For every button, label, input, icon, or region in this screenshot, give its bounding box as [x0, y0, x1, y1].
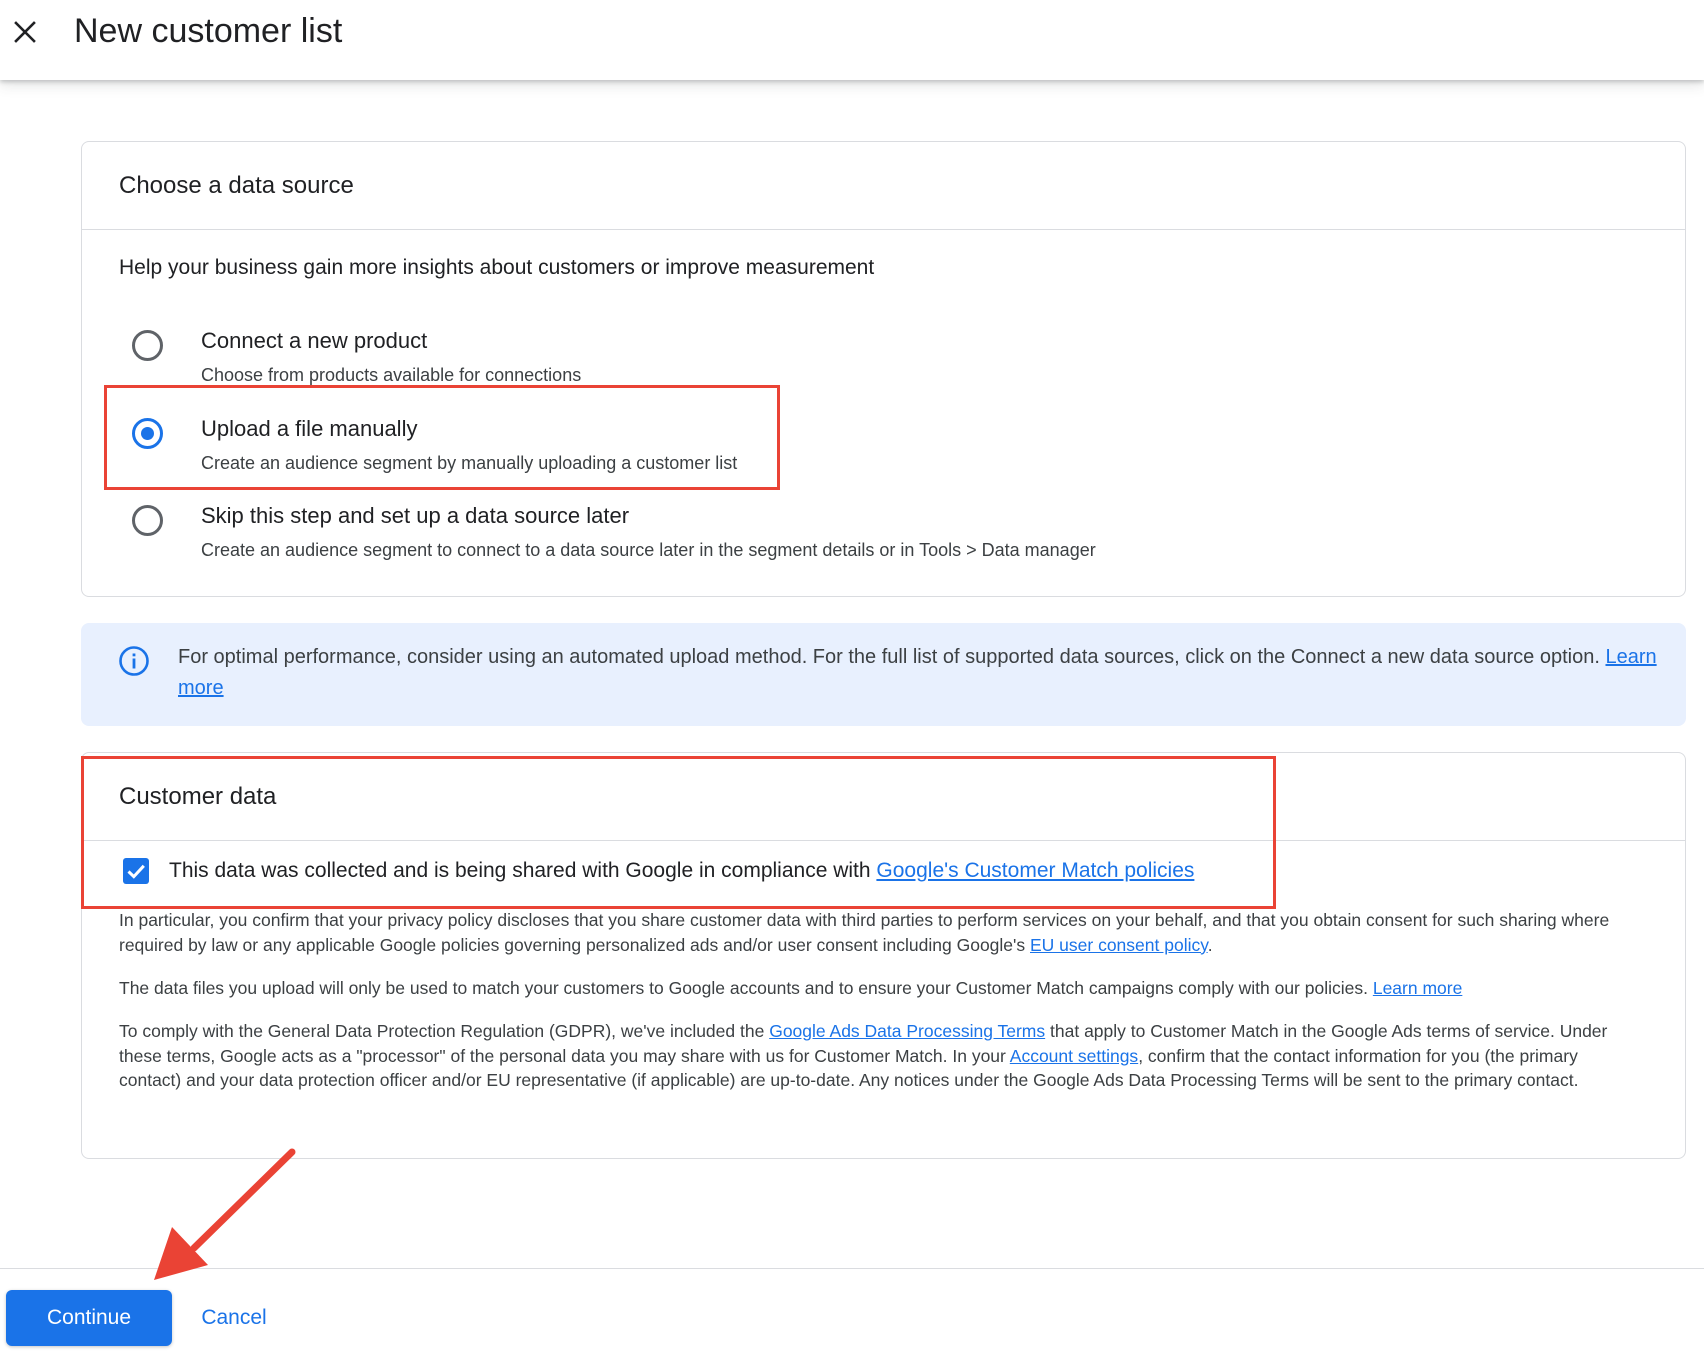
cancel-button[interactable]: Cancel	[184, 1290, 284, 1346]
info-banner-message: For optimal performance, consider using …	[178, 646, 1600, 668]
legal-paragraph-privacy: In particular, you confirm that your pri…	[119, 910, 1610, 955]
radio-button-unselected[interactable]	[132, 330, 163, 361]
radio-option-description: Choose from products available for conne…	[201, 365, 582, 385]
legal-paragraph-gdpr: To comply with the General Data Protecti…	[119, 1019, 1639, 1093]
learn-more-link[interactable]: Learn more	[1373, 978, 1463, 998]
radio-button-selected[interactable]	[132, 418, 163, 449]
radio-option-upload-file[interactable]: Upload a file manually Create an audienc…	[132, 414, 1332, 494]
legal-text: To comply with the General Data Protecti…	[119, 1021, 765, 1041]
info-banner: For optimal performance, consider using …	[81, 623, 1686, 726]
top-bar: New customer list	[0, 0, 1704, 80]
radio-option-description: Create an audience segment to connect to…	[201, 540, 1096, 560]
data-source-subtitle: Help your business gain more insights ab…	[119, 256, 875, 279]
account-settings-link[interactable]: Account settings	[1010, 1046, 1138, 1066]
compliance-text: This data was collected and is being sha…	[169, 859, 871, 882]
radio-option-skip-step[interactable]: Skip this step and set up a data source …	[132, 501, 1332, 581]
radio-option-description: Create an audience segment by manually u…	[201, 453, 738, 473]
close-icon	[14, 21, 36, 43]
info-icon	[119, 646, 149, 676]
legal-text: In particular, you confirm that your pri…	[119, 910, 1610, 955]
radio-option-label: Upload a file manually	[201, 416, 418, 441]
continue-button[interactable]: Continue	[6, 1290, 172, 1346]
radio-option-connect-product[interactable]: Connect a new product Choose from produc…	[132, 326, 1332, 406]
customer-match-policies-link[interactable]: Google's Customer Match policies	[876, 859, 1194, 882]
data-source-card-title: Choose a data source	[82, 142, 1685, 230]
data-source-card: Choose a data source Help your business …	[81, 141, 1686, 597]
eu-user-consent-policy-link[interactable]: EU user consent policy	[1030, 935, 1208, 955]
legal-paragraph-usage: The data files you upload will only be u…	[119, 976, 1639, 1001]
radio-option-label: Skip this step and set up a data source …	[201, 503, 630, 528]
legal-text: The data files you upload will only be u…	[119, 978, 1368, 998]
radio-option-label: Connect a new product	[201, 328, 428, 353]
radio-button-unselected[interactable]	[132, 505, 163, 536]
checkmark-icon	[127, 864, 145, 879]
page-title: New customer list	[74, 12, 343, 50]
compliance-checkbox-label: This data was collected and is being sha…	[169, 854, 1194, 888]
footer-divider	[0, 1268, 1704, 1269]
data-processing-terms-link[interactable]: Google Ads Data Processing Terms	[769, 1021, 1045, 1041]
info-banner-text: For optimal performance, consider using …	[178, 642, 1658, 704]
compliance-checkbox-row[interactable]: This data was collected and is being sha…	[123, 854, 1323, 890]
customer-data-card: Customer data This data was collected an…	[81, 752, 1686, 1159]
close-button[interactable]	[10, 12, 40, 52]
compliance-checkbox[interactable]	[123, 858, 149, 884]
radio-selected-dot	[141, 427, 154, 440]
customer-data-card-title: Customer data	[82, 753, 1685, 841]
